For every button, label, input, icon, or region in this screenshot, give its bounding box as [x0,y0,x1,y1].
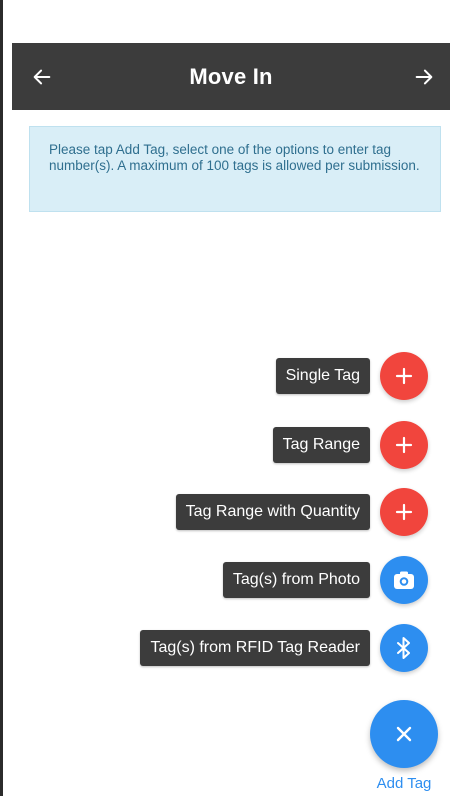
app-bar: Move In [12,43,450,110]
tags-from-rfid-button[interactable] [380,624,428,672]
plus-icon [395,367,413,385]
add-tag-label[interactable]: Add Tag [360,775,448,792]
page-title: Move In [189,63,273,89]
forward-button[interactable] [406,59,442,95]
fab-option-tag-range[interactable]: Tag Range [272,421,428,469]
fab-option-label[interactable]: Tag Range with Quantity [175,494,370,530]
fab-option-label[interactable]: Tag(s) from RFID Tag Reader [140,630,370,666]
fab-option-label[interactable]: Single Tag [275,358,370,394]
fab-option-label[interactable]: Tag Range [272,427,370,463]
plus-icon [395,503,413,521]
fab-option-single-tag[interactable]: Single Tag [275,352,428,400]
fab-option-tags-from-photo[interactable]: Tag(s) from Photo [222,556,428,604]
close-icon [396,726,412,742]
add-tag-range-button[interactable] [380,421,428,469]
camera-icon [394,571,414,589]
info-message-text: Please tap Add Tag, select one of the op… [49,142,420,173]
fab-option-tags-from-rfid[interactable]: Tag(s) from RFID Tag Reader [140,624,428,672]
arrow-left-icon [33,69,51,85]
fab-option-tag-range-quantity[interactable]: Tag Range with Quantity [175,488,428,536]
add-tag-fab[interactable] [370,700,438,768]
add-single-tag-button[interactable] [380,352,428,400]
screen-edge [0,0,3,796]
add-tag-range-quantity-button[interactable] [380,488,428,536]
fab-option-label[interactable]: Tag(s) from Photo [222,562,370,598]
back-button[interactable] [24,59,60,95]
plus-icon [395,436,413,454]
tags-from-photo-button[interactable] [380,556,428,604]
arrow-right-icon [415,69,433,85]
info-message: Please tap Add Tag, select one of the op… [29,126,441,212]
bluetooth-icon [397,637,410,659]
